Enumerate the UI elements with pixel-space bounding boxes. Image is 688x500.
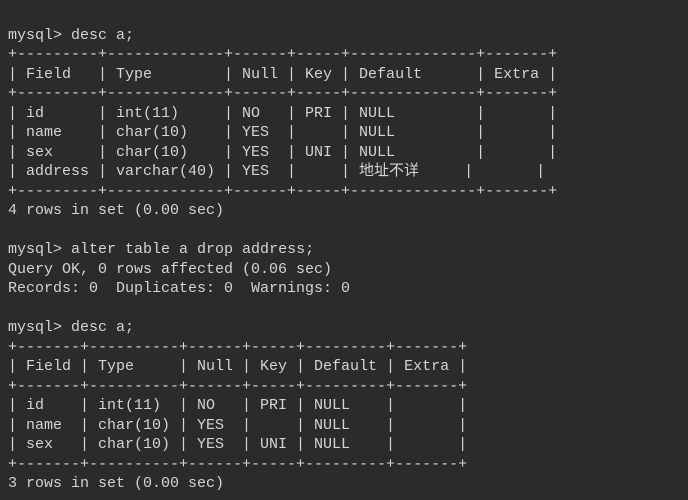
result2-line: Query OK, 0 rows affected (0.06 sec) — [8, 261, 332, 278]
table2-border-top: +-------+----------+------+-----+-------… — [8, 339, 467, 356]
table2-border-bot: +-------+----------+------+-----+-------… — [8, 456, 467, 473]
table1-row: | sex | char(10) | YES | UNI | NULL | | — [8, 144, 557, 161]
table1-border-bot: +---------+-------------+------+-----+--… — [8, 183, 557, 200]
table1-border-mid: +---------+-------------+------+-----+--… — [8, 85, 557, 102]
prompt-line-1: mysql> desc a; — [8, 27, 134, 44]
blank-line — [8, 300, 17, 317]
command-3: desc a; — [71, 319, 134, 336]
command-1: desc a; — [71, 27, 134, 44]
table1-header: | Field | Type | Null | Key | Default | … — [8, 66, 557, 83]
table2-border-mid: +-------+----------+------+-----+-------… — [8, 378, 467, 395]
prompt-line-2: mysql> alter table a drop address; — [8, 241, 314, 258]
table2-row: | sex | char(10) | YES | UNI | NULL | | — [8, 436, 467, 453]
command-2: alter table a drop address; — [71, 241, 314, 258]
table2-footer: 3 rows in set (0.00 sec) — [8, 475, 224, 492]
table2-row: | id | int(11) | NO | PRI | NULL | | — [8, 397, 467, 414]
table2-row: | name | char(10) | YES | | NULL | | — [8, 417, 467, 434]
prompt: mysql> — [8, 241, 62, 258]
table1-row: | address | varchar(40) | YES | | 地址不详 |… — [8, 163, 545, 180]
table1-row: | name | char(10) | YES | | NULL | | — [8, 124, 557, 141]
table1-border-top: +---------+-------------+------+-----+--… — [8, 46, 557, 63]
prompt: mysql> — [8, 27, 62, 44]
terminal[interactable]: mysql> desc a; +---------+-------------+… — [0, 0, 688, 500]
table1-footer: 4 rows in set (0.00 sec) — [8, 202, 224, 219]
table2-header: | Field | Type | Null | Key | Default | … — [8, 358, 467, 375]
blank-line — [8, 222, 17, 239]
table1-row: | id | int(11) | NO | PRI | NULL | | — [8, 105, 557, 122]
result2-line: Records: 0 Duplicates: 0 Warnings: 0 — [8, 280, 350, 297]
prompt: mysql> — [8, 319, 62, 336]
prompt-line-3: mysql> desc a; — [8, 319, 134, 336]
